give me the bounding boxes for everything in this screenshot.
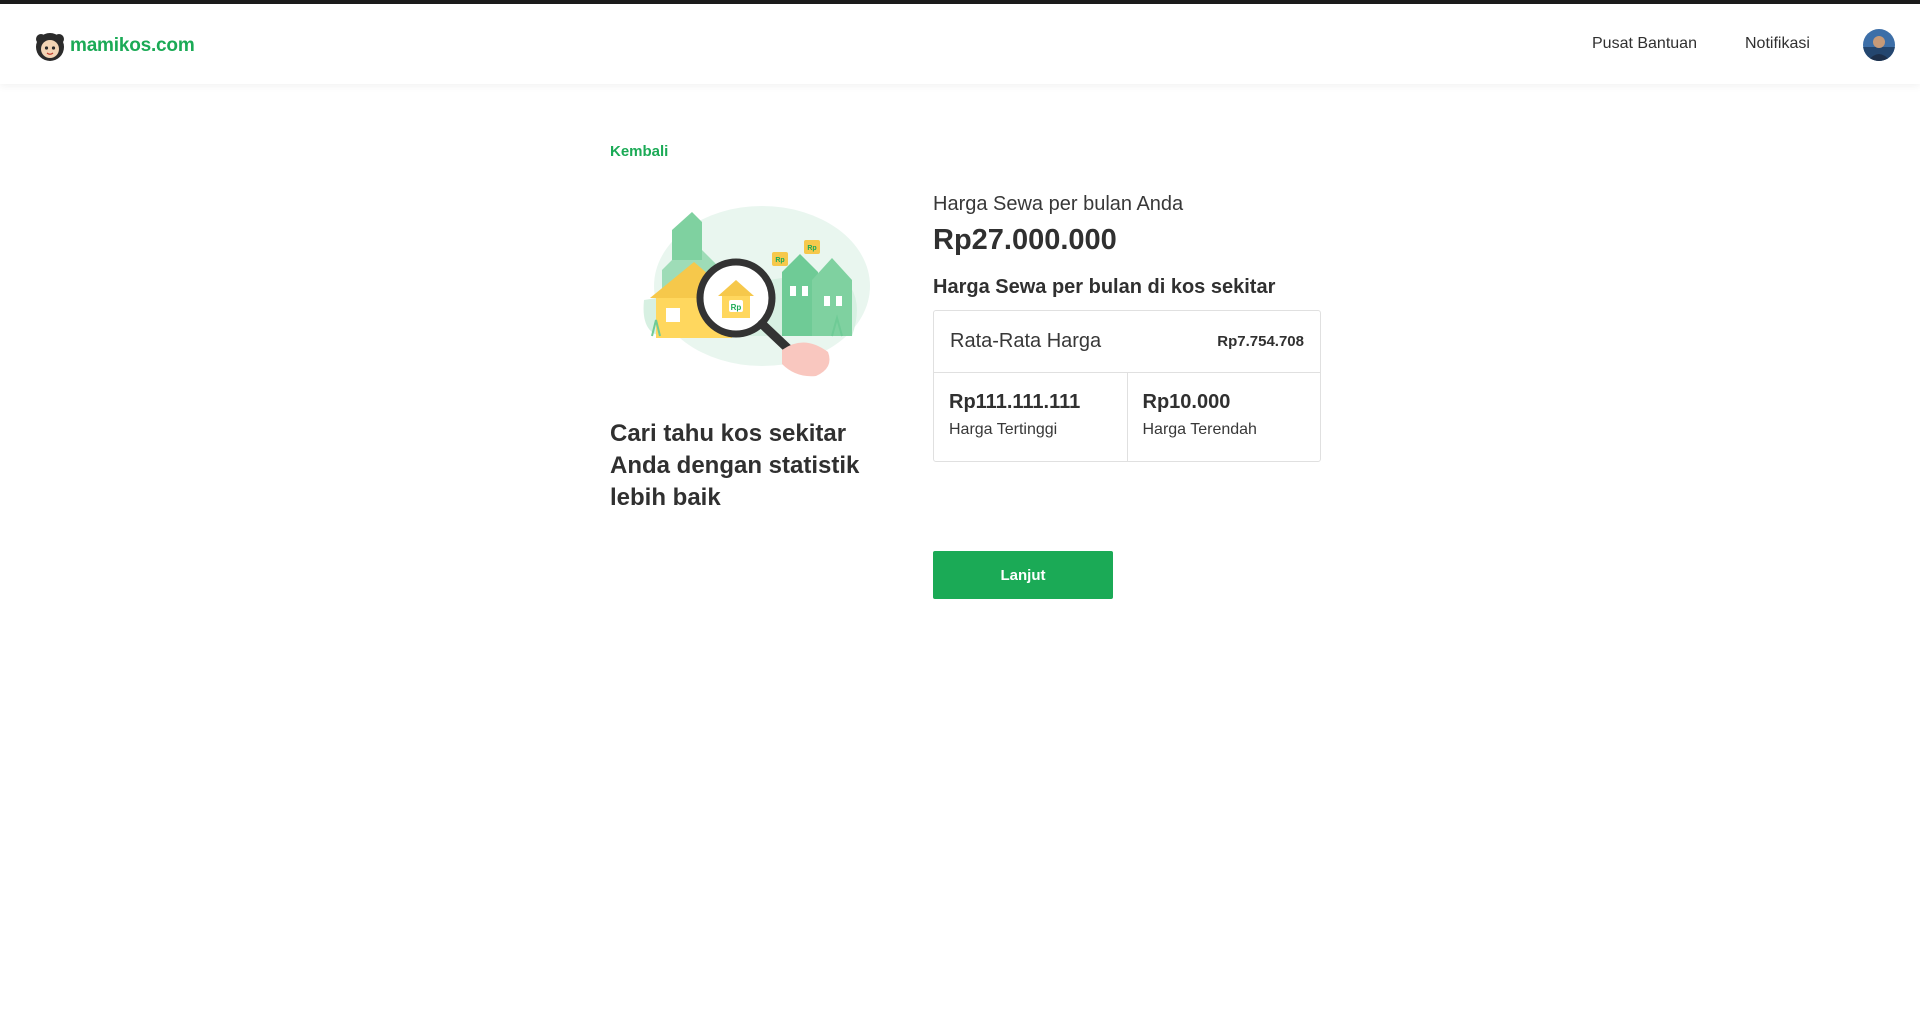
site-header: mamikos.com Pusat Bantuan Notifikasi (0, 4, 1920, 84)
nav-help-center[interactable]: Pusat Bantuan (1592, 35, 1697, 53)
lowest-price-value: Rp10.000 (1142, 391, 1231, 413)
lowest-price-cell: Rp10.000 Harga Terendah (1126, 373, 1321, 462)
highest-price-value: Rp111.111.111 (949, 391, 1081, 413)
nearby-price-stats: Rata-Rata Harga Rp7.754.708 Rp111.111.11… (933, 310, 1321, 462)
highest-price-cell: Rp111.111.111 Harga Tertinggi (934, 373, 1127, 462)
svg-text:Rp: Rp (775, 257, 784, 264)
mamikos-logo[interactable]: mamikos.com (34, 30, 195, 62)
average-price-label: Rata-Rata Harga (950, 330, 1102, 352)
svg-text:Rp: Rp (731, 303, 742, 312)
highest-price-label: Harga Tertinggi (949, 421, 1058, 438)
avatar-image (1863, 29, 1895, 61)
price-range-row: Rp111.111.111 Harga Tertinggi Rp10.000 H… (934, 373, 1320, 462)
nearby-price-title: Harga Sewa per bulan di kos sekitar (933, 276, 1276, 298)
average-price-value: Rp7.754.708 (1217, 333, 1304, 350)
average-price-row: Rata-Rata Harga Rp7.754.708 (934, 311, 1320, 373)
promo-text: Cari tahu kos sekitar Anda dengan statis… (610, 420, 860, 511)
your-price-label: Harga Sewa per bulan Anda (933, 193, 1184, 215)
nav-notifications[interactable]: Notifikasi (1745, 35, 1810, 53)
logo-text: mamikos.com (70, 35, 195, 56)
user-avatar[interactable] (1863, 29, 1895, 61)
svg-text:Rp: Rp (807, 245, 816, 252)
lowest-price-label: Harga Terendah (1142, 421, 1257, 438)
your-price-value: Rp27.000.000 (933, 224, 1117, 256)
continue-button[interactable]: Lanjut (933, 551, 1113, 599)
back-link[interactable]: Kembali (610, 143, 668, 160)
mascot-icon (36, 33, 64, 61)
magnifier-house-illustration: Rp Rp Rp (643, 206, 870, 377)
